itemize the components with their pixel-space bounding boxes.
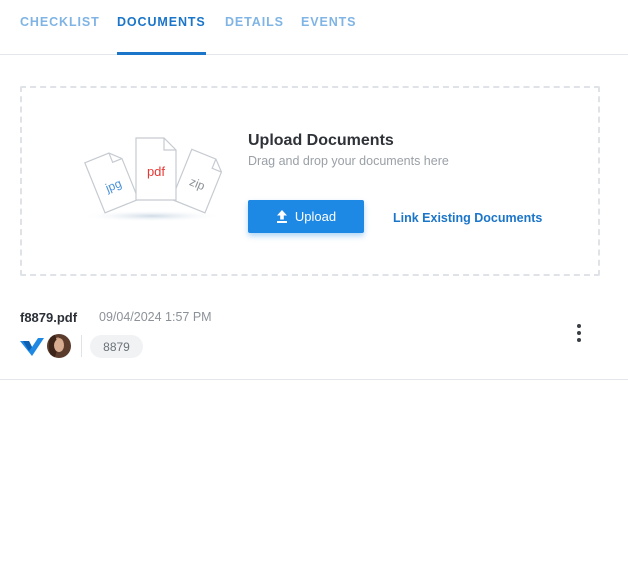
upload-dropzone[interactable]: jpg zip pdf Upload Documents Drag and dr… [20, 86, 600, 276]
tab-documents[interactable]: DOCUMENTS [117, 15, 206, 55]
pdf-label: pdf [147, 164, 165, 179]
document-tag: 8879 [90, 335, 143, 358]
brand-logo-icon [20, 338, 44, 356]
user-avatar [47, 334, 71, 358]
upload-icon [276, 210, 287, 223]
tab-bar: CHECKLIST DOCUMENTS DETAILS EVENTS [0, 0, 628, 55]
link-existing-documents[interactable]: Link Existing Documents [393, 211, 542, 225]
upload-button[interactable]: Upload [248, 200, 364, 233]
more-vertical-icon[interactable] [572, 323, 586, 343]
tab-events[interactable]: EVENTS [301, 15, 356, 55]
upload-subtitle: Drag and drop your documents here [248, 154, 449, 168]
tab-details[interactable]: DETAILS [225, 15, 284, 55]
document-date: 09/04/2024 1:57 PM [99, 310, 212, 324]
upload-title: Upload Documents [248, 132, 394, 149]
divider [81, 335, 82, 357]
file-types-illustration: jpg zip pdf [80, 137, 224, 222]
upload-button-label: Upload [294, 209, 337, 224]
document-name[interactable]: f8879.pdf [20, 310, 77, 325]
tab-checklist[interactable]: CHECKLIST [20, 15, 100, 55]
document-row[interactable]: f8879.pdf 09/04/2024 1:57 PM 8879 [0, 298, 628, 380]
